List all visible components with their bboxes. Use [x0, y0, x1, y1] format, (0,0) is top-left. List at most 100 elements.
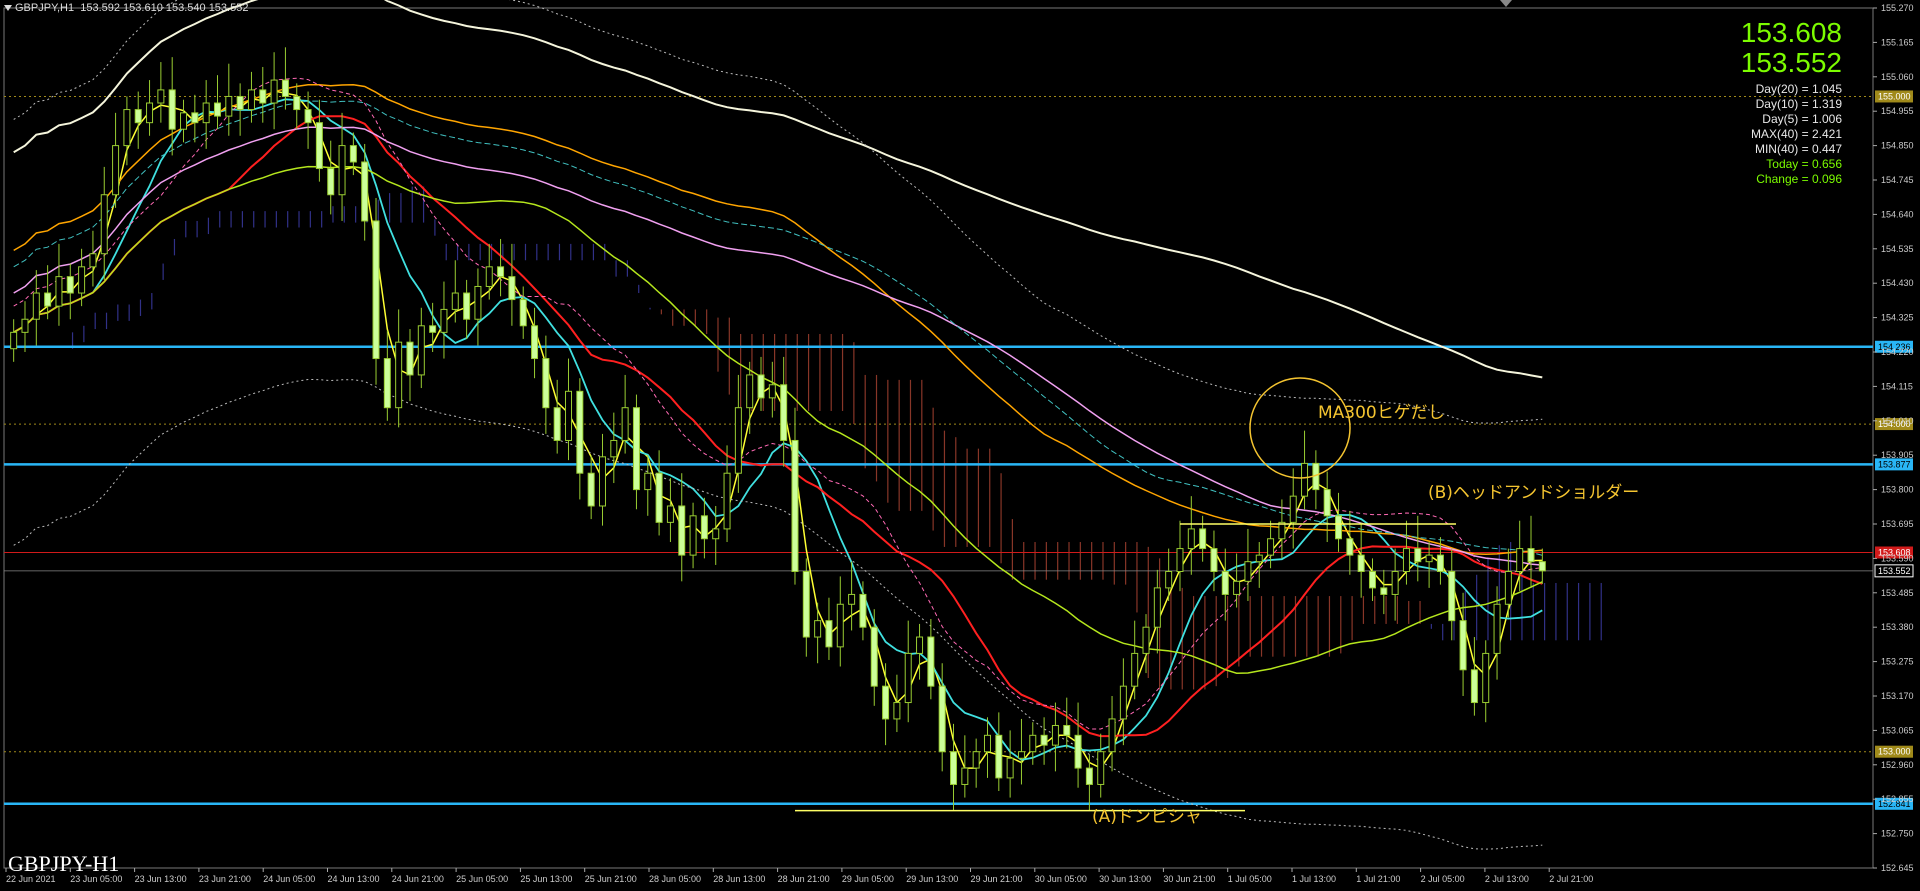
- chart-watermark: GBPJPY-H1: [8, 851, 120, 876]
- candle-body: [247, 89, 255, 111]
- candle-body: [1153, 587, 1161, 628]
- x-tick-label: 1 Jul 13:00: [1292, 874, 1336, 884]
- candle-body: [870, 626, 878, 687]
- y-tick-label: 153.695: [1881, 519, 1914, 529]
- candle-body: [236, 95, 244, 111]
- candle-body: [983, 734, 991, 753]
- candle-body: [757, 374, 765, 399]
- candle-body: [304, 109, 312, 124]
- candle-body: [1289, 495, 1297, 523]
- candle-body: [463, 292, 471, 320]
- candle-body: [859, 593, 867, 628]
- level-tag-label: 153.877: [1878, 459, 1911, 469]
- candle-body: [1176, 548, 1184, 573]
- x-tick-label: 2 Jul 05:00: [1421, 874, 1465, 884]
- candle-body: [553, 407, 561, 441]
- candle-body: [1504, 571, 1512, 605]
- candle-body: [780, 384, 788, 441]
- candle-body: [1278, 521, 1286, 540]
- candle-body: [598, 456, 606, 507]
- candle-body: [1074, 734, 1082, 769]
- ohlc-values: 153.592 153.610 153.540 153.552: [80, 2, 249, 14]
- candle-body: [531, 325, 539, 360]
- candle-body: [429, 325, 437, 333]
- annotation-head-shoulder: (B)ヘッドアンドショルダー: [1428, 483, 1640, 503]
- candle-body: [100, 194, 108, 255]
- y-tick-label: 154.955: [1881, 106, 1914, 116]
- y-tick-label: 153.590: [1881, 553, 1914, 563]
- candle-body: [1006, 757, 1014, 779]
- candlesticks: [10, 47, 1546, 811]
- candle-body: [972, 751, 980, 769]
- candle-body: [1210, 548, 1218, 573]
- bid-price: 153.552: [1740, 47, 1842, 78]
- annotation-ma300: MA300ヒゲだし: [1318, 403, 1445, 423]
- candle-body: [259, 89, 267, 104]
- y-tick-label: 153.380: [1881, 622, 1914, 632]
- candle-body: [632, 407, 640, 491]
- symbol-label: GBPJPY,H1: [15, 2, 75, 14]
- y-tick-label: 153.905: [1881, 450, 1914, 460]
- candle-body: [1267, 538, 1275, 556]
- candle-body: [1301, 462, 1309, 497]
- x-tick-label: 30 Jun 13:00: [1099, 874, 1151, 884]
- candle-body: [938, 685, 946, 753]
- candle-body: [202, 102, 210, 124]
- stat-day10: Day(10) = 1.319: [1755, 97, 1842, 111]
- candle-body: [10, 331, 18, 350]
- candle-body: [700, 515, 708, 540]
- candle-body: [1436, 554, 1444, 573]
- candle-body: [1516, 548, 1524, 573]
- y-tick-label: 153.485: [1881, 588, 1914, 598]
- candle-body: [361, 161, 369, 222]
- candle-body: [666, 505, 674, 523]
- candle-body: [519, 299, 527, 327]
- x-tick-label: 25 Jun 21:00: [585, 874, 637, 884]
- x-tick-label: 29 Jun 05:00: [842, 874, 894, 884]
- dropdown-triangle-icon[interactable]: [4, 5, 12, 12]
- candle-body: [814, 620, 822, 638]
- ma-fast-yellow: [13, 90, 1543, 770]
- envelope-band-lower: [13, 378, 1543, 850]
- candle-body: [927, 636, 935, 687]
- price-chart[interactable]: 154.236153.877152.841153.608155.000154.0…: [0, 0, 1920, 891]
- candle-body: [916, 636, 924, 654]
- candle-body: [836, 603, 844, 648]
- candle-body: [1414, 548, 1422, 563]
- x-tick-label: 24 Jun 13:00: [328, 874, 380, 884]
- candle-body: [168, 89, 176, 130]
- candle-body: [1233, 580, 1241, 595]
- candle-body: [723, 472, 731, 530]
- x-tick-label: 29 Jun 13:00: [906, 874, 958, 884]
- candle-body: [485, 266, 493, 287]
- candle-body: [882, 685, 890, 720]
- ma-ivory: [13, 0, 1543, 379]
- x-tick-label: 30 Jun 21:00: [1163, 874, 1215, 884]
- candle-body: [44, 292, 52, 307]
- candle-body: [1538, 561, 1546, 572]
- candle-body: [1346, 538, 1354, 556]
- ma-lime: [13, 165, 1543, 674]
- candle-body: [1527, 548, 1535, 563]
- candle-body: [995, 734, 1003, 779]
- candle-body: [157, 89, 165, 104]
- y-tick-label: 155.060: [1881, 72, 1914, 82]
- y-tick-label: 153.800: [1881, 485, 1914, 495]
- ma-red: [13, 115, 1543, 738]
- candle-body: [338, 145, 346, 196]
- candle-body: [791, 439, 799, 573]
- candle-body: [270, 79, 278, 104]
- candle-body: [825, 620, 833, 648]
- candle-body: [508, 276, 516, 301]
- candle-body: [281, 79, 289, 97]
- ask-price: 153.608: [1740, 17, 1842, 48]
- x-tick-label: 28 Jun 05:00: [649, 874, 701, 884]
- x-tick-label: 24 Jun 21:00: [392, 874, 444, 884]
- candle-body: [802, 571, 810, 638]
- chart-shift-marker-icon[interactable]: [1500, 0, 1512, 7]
- candle-body: [1040, 734, 1048, 746]
- candle-body: [134, 109, 142, 124]
- y-tick-label: 154.430: [1881, 278, 1914, 288]
- candle-body: [655, 472, 663, 523]
- moving-averages: [13, 0, 1543, 850]
